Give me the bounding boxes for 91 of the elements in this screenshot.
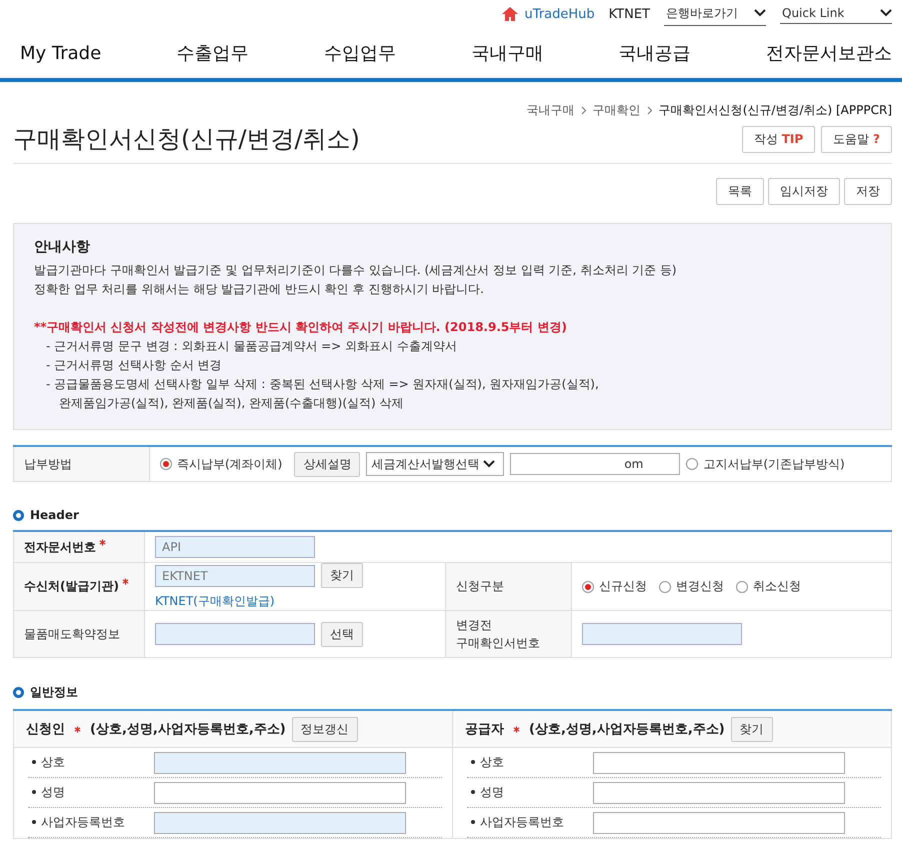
bullet-icon [32,760,36,764]
notice-text: - 공급물품용도명세 선택사항 일부 삭제 : 중복된 선택사항 삭제 => 원자재(실적), 원자재임가공(실적), [45,376,600,393]
notice-title: 안내사항 [34,238,91,257]
radio-label: 변경신청 [676,578,724,595]
panel-title: 신청인 [26,721,65,738]
bullet-icon [471,790,475,794]
field-label: 성명 [480,785,504,799]
nav-item[interactable]: 수출업무 [176,41,249,65]
field-label: 사업자등록번호 [41,815,125,829]
home-icon [500,6,519,22]
required-icon [74,726,81,732]
bullet-icon [32,790,36,794]
panel-subtitle: (상호,성명,사업자등록번호,주소) [529,721,725,738]
doc-number-field[interactable]: API [155,536,315,558]
panel-button[interactable]: 정보갱신 [292,716,358,742]
action-button[interactable]: 목록 [716,178,764,205]
notice-text: - 근거서류명 선택사항 순서 변경 [45,357,223,374]
nav-item[interactable]: 국내구매 [471,41,544,65]
radio-button[interactable] [736,580,748,592]
nav-item[interactable]: 수입업무 [324,41,396,65]
input-field[interactable] [593,752,845,774]
receiver-link[interactable]: KTNET(구매확인발급) [155,593,435,610]
email-field[interactable]: om [510,453,680,475]
radio-button[interactable] [160,458,172,470]
input-field[interactable] [154,782,406,804]
select-button[interactable]: 선택 [321,622,363,646]
notice-text: 정확한 업무 처리를 위해서는 해당 발급기관에 반드시 확인 후 진행하시기 바랍니다. [34,281,485,298]
company-link[interactable]: KTNET [608,6,650,22]
notice-text: 완제품임가공(실적), 완제품(실적), 완제품(수출대행)(실적) 삭제 [58,395,405,412]
input-field[interactable] [154,752,406,774]
warning-text: **구매확인서 신청서 작성전에 변경사항 반드시 확인하여 주시기 바랍니다. (2018.9.5부터 변경) [34,319,568,336]
breadcrumb-item: 구매확인서신청(신규/변경/취소) [APPPCR] [658,102,892,119]
required-icon [513,726,520,732]
table-label: 납부방법 [14,446,150,482]
required-icon [122,578,129,585]
nav-item[interactable]: My Trade [20,42,102,64]
action-button[interactable]: 저장 [844,178,892,205]
input-field[interactable] [593,782,845,804]
dropdown[interactable]: Quick Link [780,4,892,24]
breadcrumb-item[interactable]: 국내구매 [526,102,575,119]
panel-button[interactable]: 찾기 [730,716,773,742]
select-field[interactable]: 세금계산서발행선택 [366,452,504,476]
radio-button[interactable] [582,580,594,592]
section-icon [13,687,24,698]
field-label: 성명 [41,785,65,799]
bullet-icon [32,820,36,824]
caret-icon [754,9,766,17]
help-button[interactable]: 작성 TIP [742,126,816,152]
chevron-icon [580,106,587,115]
required-icon [99,538,106,546]
radio-label: 즉시납부(계좌이체) [177,456,282,472]
radio-label: 고지서납부(기존납부방식) [703,456,845,472]
help-button[interactable]: 도움말 ? [821,126,892,152]
bullet-icon [471,760,475,764]
panel-subtitle: (상호,성명,사업자등록번호,주소) [90,721,286,738]
home-link[interactable]: uTradeHub [500,6,595,22]
radio-button[interactable] [686,458,698,470]
dropdown[interactable]: 은행바로가기 [664,2,766,26]
field-label: 사업자등록번호 [480,815,564,829]
contract-field[interactable] [155,623,315,645]
receiver-field[interactable]: EKTNET [155,564,315,586]
input-field[interactable] [593,812,845,834]
section-title: Header [30,508,79,522]
field-label: 변경전 구매확인서번호 [446,610,572,658]
section-title: 일반정보 [30,684,78,701]
field-label: 수신처(발급기관) [24,579,119,593]
notice-text: - 근거서류명 문구 변경 : 외화표시 물품공급계약서 => 외화표시 수출계약서 [45,338,458,355]
notice-text: 발급기관마다 구매확인서 발급기준 및 업무처리기준이 다를수 있습니다. (세금계산서 정보 입력 기준, 취소처리 기준 등) [34,262,678,279]
action-button[interactable]: 임시저장 [768,178,840,205]
caret-icon [880,9,892,17]
detail-button[interactable]: 상세설명 [294,452,360,476]
search-button[interactable]: 찾기 [321,563,363,588]
field-label: 전자문서번호 [24,540,96,554]
caret-icon [483,460,496,468]
section-icon [13,510,24,520]
prev-number-field[interactable] [582,623,742,645]
nav-item[interactable]: 전자문서보관소 [766,41,892,65]
breadcrumb-item[interactable]: 구매확인 [592,102,641,119]
radio-button[interactable] [659,580,671,592]
bullet-icon [471,820,475,824]
radio-label: 취소신청 [753,578,801,595]
chevron-icon [646,106,653,115]
page-title: 구매확인서신청(신규/변경/취소) [13,124,360,155]
field-label: 신청구분 [446,562,572,610]
panel-title: 공급자 [465,721,504,738]
nav-item[interactable]: 국내공급 [618,41,691,65]
input-field[interactable] [154,812,406,834]
field-label: 상호 [41,755,65,769]
radio-label: 신규신청 [599,578,647,595]
field-label: 물품매도확약정보 [14,610,144,658]
field-label: 상호 [480,755,504,769]
